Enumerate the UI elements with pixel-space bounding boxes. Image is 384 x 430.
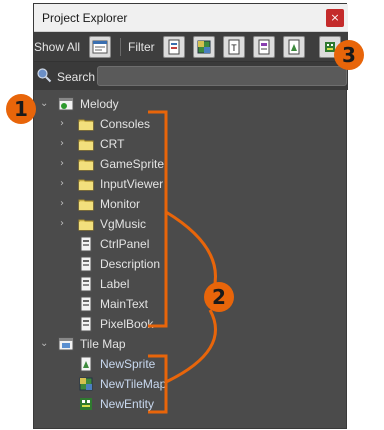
tree-folder[interactable]: › Consoles	[34, 114, 348, 134]
tree-folder[interactable]: › CRT	[34, 134, 348, 154]
folder-icon	[78, 139, 94, 151]
tree-item-label: NewTileMap	[100, 377, 167, 391]
project-tree: ⌄ Melody › Consoles › CRT › GameSprite › InputV…	[34, 92, 348, 428]
title-bar: Project Explorer ×	[34, 4, 348, 32]
project-icon	[58, 97, 74, 111]
tree-item-label: PixelBook	[100, 317, 154, 331]
collapse-arrow-icon[interactable]: ⌄	[40, 338, 50, 350]
tree-node-label: Tile Map	[80, 337, 126, 351]
show-all-label: Show All	[34, 40, 81, 54]
folder-icon	[78, 219, 94, 231]
tree-item[interactable]: Description	[34, 254, 348, 274]
tree-item[interactable]: PixelBook	[34, 314, 348, 334]
tree-node-label: Melody	[80, 97, 119, 111]
ctrlpanel-filter-icon	[168, 39, 180, 55]
search-input[interactable]	[97, 66, 347, 86]
tree-item-label: CtrlPanel	[100, 237, 150, 251]
text-filter-button[interactable]: T	[223, 36, 245, 58]
tree-item-label: MainText	[100, 297, 149, 311]
folder-icon	[78, 159, 94, 171]
entity-icon	[80, 398, 92, 410]
search-label: Search	[57, 70, 96, 84]
tree-folder-label: VgMusic	[100, 217, 147, 231]
toolbar-separator	[120, 38, 121, 56]
annotation-number-1: 1	[6, 94, 36, 124]
tree-item[interactable]: NewSprite	[34, 354, 348, 374]
tree-node-tilemap[interactable]: ⌄ Tile Map	[34, 334, 348, 354]
expand-arrow-icon[interactable]: ›	[60, 178, 70, 190]
tree-folder-label: InputViewer	[100, 177, 164, 191]
toolbar: Show All Filter T	[34, 32, 348, 62]
tree-item[interactable]: NewEntity	[34, 394, 348, 414]
tree-folder-label: Consoles	[100, 117, 151, 131]
expand-arrow-icon[interactable]: ›	[60, 118, 70, 130]
collapse-arrow-icon[interactable]: ⌄	[40, 98, 50, 110]
tilemap-filter-icon	[197, 40, 211, 54]
tilemap-filter-button[interactable]	[193, 36, 215, 58]
component-icon	[80, 316, 92, 332]
ctrlpanel-filter-button[interactable]	[163, 36, 185, 58]
expand-arrow-icon[interactable]: ›	[60, 158, 70, 170]
component-icon	[80, 276, 92, 292]
tree-item-label: NewEntity	[100, 397, 155, 411]
expand-arrow-icon[interactable]: ›	[60, 218, 70, 230]
tree-item-label: Description	[100, 257, 161, 271]
search-row: Search	[34, 62, 348, 90]
tilemap-icon	[79, 377, 93, 391]
tree-item[interactable]: MainText	[34, 294, 348, 314]
tree-folder-label: CRT	[100, 137, 125, 151]
panel-title: Project Explorer	[42, 11, 128, 25]
tree-folder[interactable]: › InputViewer	[34, 174, 348, 194]
tree-item[interactable]: CtrlPanel	[34, 234, 348, 254]
filter-label: Filter	[128, 40, 155, 54]
tree-folder[interactable]: › VgMusic	[34, 214, 348, 234]
sprite-filter-button[interactable]	[283, 36, 305, 58]
svg-text:T: T	[231, 44, 237, 54]
tree-item-label: NewSprite	[100, 357, 156, 371]
tree-item[interactable]: NewTileMap	[34, 374, 348, 394]
entity-filter-icon	[325, 42, 335, 52]
folder-icon	[78, 199, 94, 211]
tilemap-project-icon	[58, 337, 74, 351]
sprite-icon	[80, 356, 92, 372]
tree-folder-label: GameSprite	[100, 157, 165, 171]
entity-filter-button[interactable]	[319, 36, 341, 58]
project-explorer-panel: Project Explorer × Show All Filter T Sea…	[33, 3, 348, 429]
expand-arrow-icon[interactable]: ›	[60, 198, 70, 210]
show-all-icon	[92, 40, 108, 54]
component-icon	[80, 236, 92, 252]
text-filter-icon: T	[228, 39, 240, 55]
label-filter-icon	[258, 39, 270, 55]
tree-item-label: Label	[100, 277, 130, 291]
tree-folder[interactable]: › GameSprite	[34, 154, 348, 174]
folder-icon	[78, 179, 94, 191]
label-filter-button[interactable]	[253, 36, 275, 58]
tree-node-melody[interactable]: ⌄ Melody	[34, 94, 348, 114]
tree-folder-label: Monitor	[100, 197, 141, 211]
folder-icon	[78, 119, 94, 131]
expand-arrow-icon[interactable]: ›	[60, 138, 70, 150]
sprite-filter-icon	[288, 39, 300, 55]
search-icon	[37, 68, 52, 83]
tree-item[interactable]: Label	[34, 274, 348, 294]
component-icon	[80, 296, 92, 312]
component-icon	[80, 256, 92, 272]
tree-folder[interactable]: › Monitor	[34, 194, 348, 214]
close-button[interactable]: ×	[326, 9, 344, 27]
show-all-button[interactable]	[89, 36, 111, 58]
